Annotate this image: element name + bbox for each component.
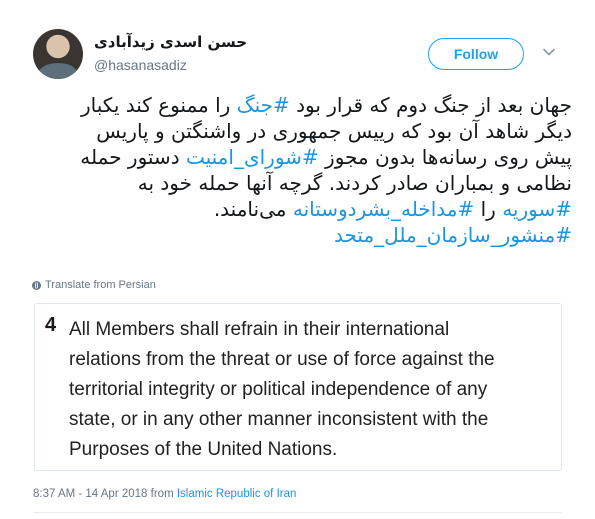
chevron-down-icon[interactable] <box>542 45 556 59</box>
quote-line: All Members shall refrain in their inter… <box>69 319 450 340</box>
follow-button[interactable]: Follow <box>428 38 524 70</box>
from-label: from <box>150 488 174 500</box>
translate-label: Translate from Persian <box>45 279 156 291</box>
quote-line: territorial integrity or political indep… <box>69 379 488 400</box>
hashtag-link[interactable]: #منشور_سازمان_ملل_متحد <box>334 223 572 247</box>
tweet-line: جهان بعد از جنگ دوم که قرار بود #جنگ را … <box>20 92 572 118</box>
hashtag-link[interactable]: #سوریه <box>502 197 572 221</box>
quote-line: state, or in any other manner inconsiste… <box>69 409 489 430</box>
hashtag-link[interactable]: #جنگ <box>237 93 290 117</box>
tweet-line: #سوریه را #مداخله_بشردوستانه می‌نامند. <box>20 196 572 222</box>
hashtag-link[interactable]: #مداخله_بشردوستانه <box>293 197 474 221</box>
avatar[interactable] <box>33 29 83 79</box>
location-link[interactable]: Islamic Republic of Iran <box>177 488 297 500</box>
hashtag-link[interactable]: #شورای_امنیت <box>186 145 319 169</box>
quote-line: relations from the threat or use of forc… <box>69 349 495 370</box>
tweet-text-segment: را ممنوع کند یکبار <box>80 93 237 117</box>
tweet-text-segment: را <box>474 197 503 221</box>
quote-article-number: 4 <box>45 314 57 336</box>
quote-card[interactable]: 4 All Members shall refrain in their int… <box>34 303 562 471</box>
tweet-text-segment: نظامی و بمباران صادر کردند. گرچه آنها حم… <box>137 171 572 195</box>
author-handle[interactable]: @hasanasadiz <box>94 57 187 73</box>
divider <box>33 512 562 513</box>
tweet-text: جهان بعد از جنگ دوم که قرار بود #جنگ را … <box>20 92 572 248</box>
quote-text: All Members shall refrain in their inter… <box>69 315 554 465</box>
quote-line: Purposes of the United Nations. <box>69 439 338 460</box>
globe-icon <box>32 280 41 290</box>
tweet-text-segment: می‌نامند. <box>213 197 293 221</box>
timestamp[interactable]: 8:37 AM - 14 Apr 2018 <box>33 488 147 500</box>
translate-link[interactable]: Translate from Persian <box>32 279 156 291</box>
tweet-line: پیش روی رسانه‌ها بدون مجوز #شورای_امنیت … <box>20 144 572 170</box>
avatar-shirt <box>39 63 77 79</box>
tweet-text-segment: دیگر شاهد آن بود که رییس جمهوری در واشنگ… <box>96 119 572 143</box>
tweet-card: حسن اسدی زیدآبادی @hasanasadiz Follow جه… <box>0 0 595 519</box>
tweet-text-segment: دستور حمله <box>80 145 186 169</box>
tweet-text-segment: پیش روی رسانه‌ها بدون مجوز <box>318 145 572 169</box>
tweet-line: #منشور_سازمان_ملل_متحد <box>20 222 572 248</box>
author-name[interactable]: حسن اسدی زیدآبادی <box>94 33 247 51</box>
tweet-text-segment: جهان بعد از جنگ دوم که قرار بود <box>289 93 572 117</box>
tweet-line: نظامی و بمباران صادر کردند. گرچه آنها حم… <box>20 170 572 196</box>
tweet-line: دیگر شاهد آن بود که رییس جمهوری در واشنگ… <box>20 118 572 144</box>
tweet-meta: 8:37 AM - 14 Apr 2018 from Islamic Repub… <box>33 488 296 500</box>
